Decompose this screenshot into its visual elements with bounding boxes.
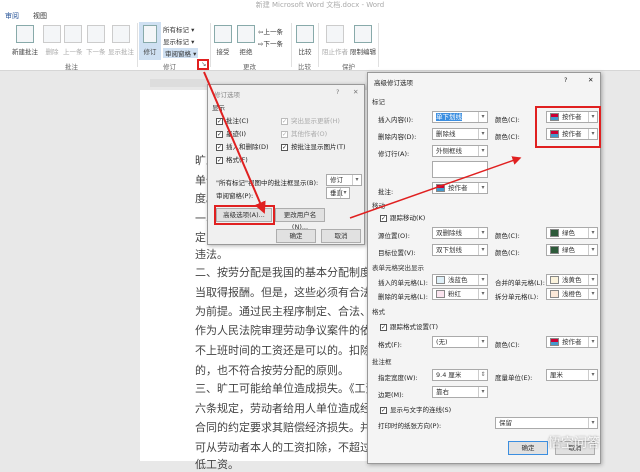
arrow-to-color-settings (349, 156, 522, 219)
watermark: 悟空问答 (548, 436, 601, 451)
annotation-arrows (203, 71, 522, 219)
arrow-to-advanced-button (203, 71, 266, 214)
